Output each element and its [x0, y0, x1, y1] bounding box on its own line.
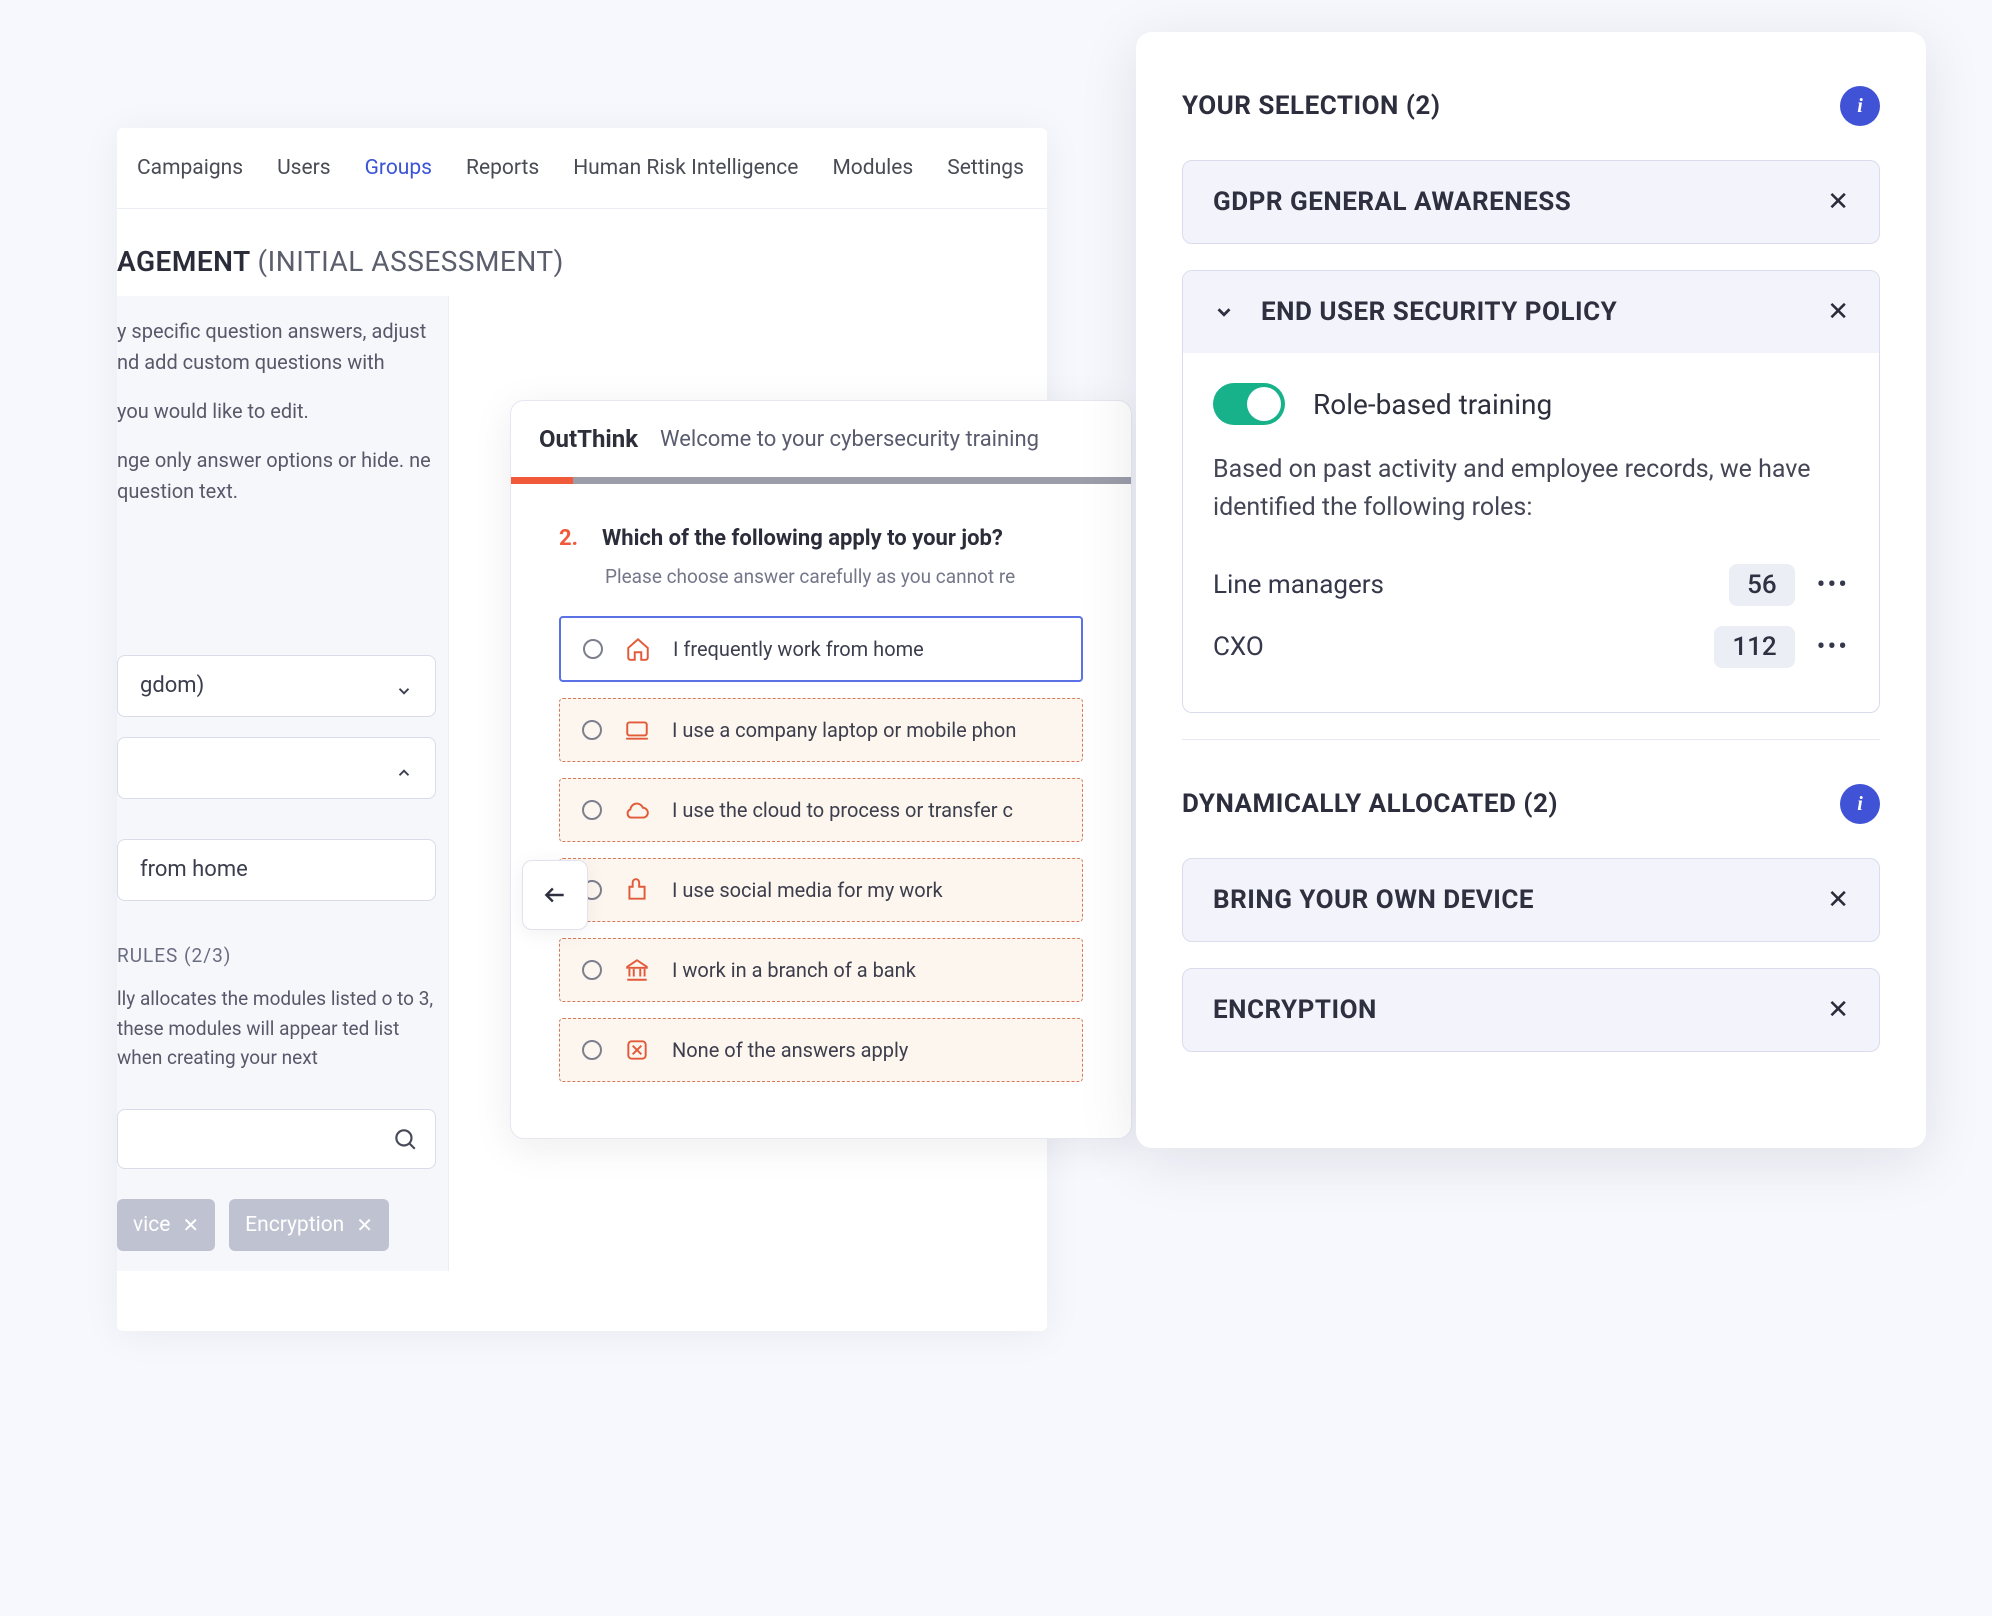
module-title: BRING YOUR OWN DEVICE: [1213, 885, 1534, 915]
nav-users[interactable]: Users: [277, 156, 331, 180]
selected-chips: vice ✕ Encryption ✕: [117, 1199, 436, 1252]
answer-option[interactable]: I use the cloud to process or transfer c: [559, 778, 1083, 842]
dropdown-value: gdom): [140, 669, 204, 703]
arrow-left-icon: [542, 882, 568, 908]
dropdown-value: from home: [140, 853, 248, 887]
module-search-input[interactable]: [117, 1109, 436, 1169]
bank-icon: [624, 957, 650, 983]
question-dropdown[interactable]: [117, 737, 436, 799]
close-icon[interactable]: ✕: [1827, 297, 1849, 327]
question-text: Which of the following apply to your job…: [602, 526, 1003, 551]
nav-hri[interactable]: Human Risk Intelligence: [573, 156, 798, 180]
chip-label: vice: [133, 1209, 170, 1242]
role-row: Line managers 56 •••: [1213, 554, 1849, 616]
close-icon[interactable]: ✕: [1827, 885, 1849, 915]
page-title-main: AGEMENT: [117, 245, 250, 278]
quiz-progress: [511, 477, 1131, 484]
home-icon: [625, 636, 651, 662]
chip-device[interactable]: vice ✕: [117, 1199, 215, 1252]
close-icon[interactable]: ✕: [182, 1210, 199, 1241]
answer-text: I use a company laptop or mobile phon: [672, 718, 1016, 742]
answer-option[interactable]: I use social media for my work: [559, 858, 1083, 922]
rules-heading: RULES (2/3): [117, 941, 436, 970]
module-encryption[interactable]: ENCRYPTION ✕: [1182, 968, 1880, 1052]
answer-text: None of the answers apply: [672, 1038, 908, 1062]
nav-campaigns[interactable]: Campaigns: [137, 156, 243, 180]
sidebar-text: you would like to edit.: [117, 396, 436, 427]
nav-groups[interactable]: Groups: [365, 156, 432, 180]
quiz-subtitle: Welcome to your cybersecurity training: [660, 427, 1039, 452]
answer-text: I work in a branch of a bank: [672, 958, 916, 982]
answer-option[interactable]: I frequently work from home: [559, 616, 1083, 682]
module-header[interactable]: END USER SECURITY POLICY ✕: [1183, 271, 1879, 353]
answer-option[interactable]: I work in a branch of a bank: [559, 938, 1083, 1002]
answer-dropdown[interactable]: from home: [117, 839, 436, 901]
role-row: CXO 112 •••: [1213, 616, 1849, 678]
more-icon[interactable]: •••: [1817, 570, 1849, 600]
chevron-up-icon: [395, 759, 413, 777]
sidebar-text: y specific question answers, adjust nd a…: [117, 316, 436, 378]
left-sidebar: y specific question answers, adjust nd a…: [117, 296, 449, 1271]
laptop-icon: [624, 717, 650, 743]
dynamic-heading: DYNAMICALLY ALLOCATED (2): [1182, 789, 1558, 819]
module-end-user-security: END USER SECURITY POLICY ✕ Role-based tr…: [1182, 270, 1880, 713]
radio-icon: [582, 720, 602, 740]
toggle-label: Role-based training: [1313, 388, 1552, 421]
answer-option[interactable]: I use a company laptop or mobile phon: [559, 698, 1083, 762]
rules-text: lly allocates the modules listed o to 3,…: [117, 984, 436, 1072]
radio-icon: [582, 800, 602, 820]
role-name: CXO: [1213, 632, 1264, 662]
nav-modules[interactable]: Modules: [832, 156, 913, 180]
question-number: 2.: [559, 526, 578, 551]
module-title: GDPR GENERAL AWARENESS: [1213, 187, 1571, 217]
role-name: Line managers: [1213, 570, 1384, 600]
module-byod[interactable]: BRING YOUR OWN DEVICE ✕: [1182, 858, 1880, 942]
chevron-down-icon: [1213, 301, 1235, 323]
module-title: END USER SECURITY POLICY: [1261, 297, 1617, 327]
divider: [1182, 739, 1880, 740]
info-icon[interactable]: i: [1840, 784, 1880, 824]
module-description: Based on past activity and employee reco…: [1213, 451, 1849, 526]
sidebar-text: nge only answer options or hide. ne ques…: [117, 445, 436, 507]
module-gdpr[interactable]: GDPR GENERAL AWARENESS ✕: [1182, 160, 1880, 244]
answer-text: I use the cloud to process or transfer c: [672, 798, 1013, 822]
quiz-preview: OutThink Welcome to your cybersecurity t…: [510, 400, 1132, 1139]
top-nav: Campaigns Users Groups Reports Human Ris…: [117, 128, 1047, 209]
close-icon[interactable]: ✕: [1827, 187, 1849, 217]
role-based-toggle[interactable]: [1213, 383, 1285, 425]
question-hint: Please choose answer carefully as you ca…: [605, 565, 1083, 588]
radio-icon: [582, 960, 602, 980]
social-icon: [624, 877, 650, 903]
back-button[interactable]: [522, 860, 588, 930]
cloud-icon: [624, 797, 650, 823]
more-icon[interactable]: •••: [1817, 632, 1849, 662]
nav-reports[interactable]: Reports: [466, 156, 539, 180]
answer-text: I use social media for my work: [672, 878, 943, 902]
page-title-sub: (INITIAL ASSESSMENT): [258, 245, 564, 278]
radio-icon: [582, 1040, 602, 1060]
none-icon: [624, 1037, 650, 1063]
quiz-logo: OutThink: [539, 425, 638, 453]
chevron-down-icon: [395, 677, 413, 695]
roles-list: Line managers 56 ••• CXO 112 •••: [1213, 554, 1849, 678]
role-count: 112: [1714, 626, 1794, 668]
module-title: ENCRYPTION: [1213, 995, 1377, 1025]
answer-option[interactable]: None of the answers apply: [559, 1018, 1083, 1082]
answer-text: I frequently work from home: [673, 637, 924, 661]
role-count: 56: [1729, 564, 1795, 606]
info-icon[interactable]: i: [1840, 86, 1880, 126]
close-icon[interactable]: ✕: [356, 1210, 373, 1241]
search-icon: [392, 1126, 418, 1152]
close-icon[interactable]: ✕: [1827, 995, 1849, 1025]
selection-panel: YOUR SELECTION (2) i GDPR GENERAL AWAREN…: [1136, 32, 1926, 1148]
language-dropdown[interactable]: gdom): [117, 655, 436, 717]
nav-settings[interactable]: Settings: [947, 156, 1024, 180]
chip-encryption[interactable]: Encryption ✕: [229, 1199, 389, 1252]
selection-heading: YOUR SELECTION (2): [1182, 91, 1440, 121]
radio-icon: [583, 639, 603, 659]
page-title: AGEMENT (INITIAL ASSESSMENT): [117, 209, 1047, 296]
chip-label: Encryption: [245, 1209, 344, 1242]
